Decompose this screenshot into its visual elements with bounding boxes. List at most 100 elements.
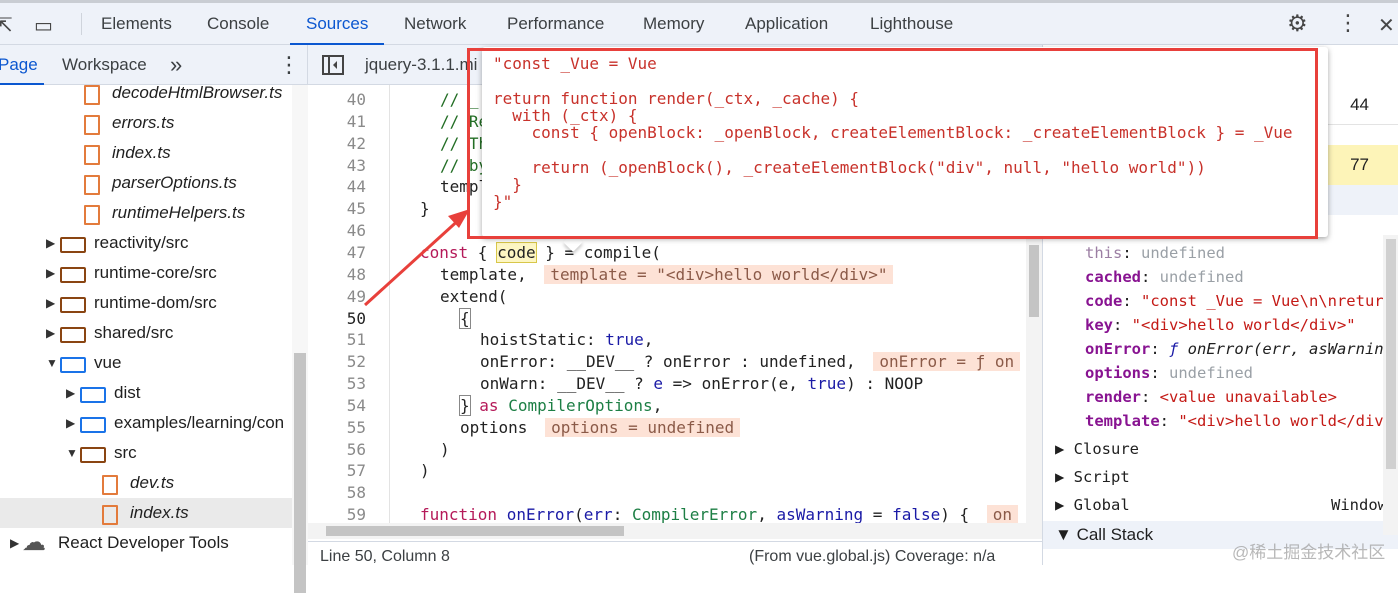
scrollbar-thumb[interactable] bbox=[294, 353, 306, 593]
horizontal-scrollbar[interactable] bbox=[308, 523, 1026, 539]
tree-item[interactable]: ▶ ☁ React Developer Tools bbox=[0, 528, 292, 558]
tree-item[interactable]: ▶ runtime-core/src bbox=[0, 258, 292, 288]
tree-item[interactable]: ▼ vue bbox=[0, 348, 292, 378]
line-number[interactable]: 42 bbox=[308, 133, 366, 155]
tab-lighthouse[interactable]: Lighthouse bbox=[870, 3, 953, 45]
tab-elements[interactable]: Elements bbox=[101, 3, 172, 45]
tree-item[interactable]: index.ts bbox=[0, 498, 292, 528]
tab-memory[interactable]: Memory bbox=[643, 3, 704, 45]
line-number[interactable]: 56 bbox=[308, 439, 366, 461]
scope-section[interactable]: ▶ Closure bbox=[1043, 435, 1398, 463]
scope-variable[interactable]: key: "<div>hello world</div>" bbox=[1085, 313, 1398, 337]
code-line[interactable]: 52 onError: __DEV__ ? onError : undefined… bbox=[308, 351, 1026, 373]
scope-variable[interactable]: cached: undefined bbox=[1085, 265, 1398, 289]
line-text: ) bbox=[440, 439, 450, 461]
code-line[interactable]: 58 bbox=[308, 482, 1026, 504]
scope-variable[interactable]: render: <value unavailable> bbox=[1085, 385, 1398, 409]
editor-file-tab[interactable]: jquery-3.1.1.mi bbox=[365, 45, 477, 85]
tree-item[interactable]: ▶ shared/src bbox=[0, 318, 292, 348]
chevron-down-icon[interactable]: ▼ bbox=[66, 438, 78, 468]
toggle-navigator-icon[interactable] bbox=[322, 55, 344, 75]
chevron-right-icon[interactable]: ▶ bbox=[46, 318, 55, 348]
line-number[interactable]: 49 bbox=[308, 286, 366, 308]
tab-performance[interactable]: Performance bbox=[507, 3, 604, 45]
tree-item[interactable]: ▶ examples/learning/con bbox=[0, 408, 292, 438]
code-line[interactable]: 59 function onError(err: CompilerError, a… bbox=[308, 504, 1026, 523]
line-number[interactable]: 51 bbox=[308, 329, 366, 351]
code-token: template, bbox=[440, 264, 537, 284]
scrollbar-thumb[interactable] bbox=[1386, 239, 1396, 469]
line-number[interactable]: 54 bbox=[308, 395, 366, 417]
code-token: err bbox=[583, 505, 613, 523]
code-line[interactable]: 48 template, template = "<div>hello world… bbox=[308, 264, 1026, 286]
tree-item[interactable]: parserOptions.ts bbox=[0, 168, 292, 198]
scrollbar-thumb[interactable] bbox=[1029, 245, 1039, 317]
code-line[interactable]: 57) bbox=[308, 460, 1026, 482]
tree-item[interactable]: ▼ src bbox=[0, 438, 292, 468]
line-number[interactable]: 57 bbox=[308, 460, 366, 482]
tree-item[interactable]: ▶ reactivity/src bbox=[0, 228, 292, 258]
code-line[interactable]: 54} as CompilerOptions, bbox=[308, 394, 1026, 417]
code-line[interactable]: 55 options options = undefined bbox=[308, 417, 1026, 439]
folder-icon bbox=[60, 357, 86, 373]
code-line[interactable]: 53 onWarn: __DEV__ ? e => onError(e, true… bbox=[308, 373, 1026, 395]
tree-item[interactable]: ▶ runtime-dom/src bbox=[0, 288, 292, 318]
scrollbar-thumb[interactable] bbox=[326, 526, 624, 536]
chevron-down-icon[interactable]: ▼ bbox=[46, 348, 58, 378]
chevron-right-icon[interactable]: ▶ bbox=[46, 288, 55, 318]
line-number[interactable]: 40 bbox=[308, 90, 366, 111]
chevron-down-icon[interactable]: ▼ bbox=[1055, 525, 1077, 544]
line-number[interactable]: 47 bbox=[308, 242, 366, 264]
tab-sources[interactable]: Sources bbox=[289, 3, 385, 45]
tree-item[interactable]: decodeHtmlBrowser.ts bbox=[0, 78, 292, 108]
scope-variable[interactable]: options: undefined bbox=[1085, 361, 1398, 385]
scope-variable[interactable]: code: "const _Vue = Vue\n\nreturn bbox=[1085, 289, 1398, 313]
scope-variable[interactable]: this: undefined bbox=[1085, 241, 1398, 265]
chevron-right-icon[interactable]: ▶ bbox=[1055, 468, 1074, 486]
scope-variable[interactable]: template: "<div>hello world</div>" bbox=[1085, 409, 1398, 433]
line-number[interactable]: 59 bbox=[308, 504, 366, 523]
gear-icon[interactable]: ⚙ bbox=[1287, 10, 1308, 37]
chevron-right-icon[interactable]: ▶ bbox=[46, 258, 55, 288]
scope-section[interactable]: ▶ Script bbox=[1043, 463, 1398, 491]
kebab-menu-icon[interactable]: ⋮ bbox=[1337, 10, 1359, 36]
tree-item[interactable]: index.ts bbox=[0, 138, 292, 168]
chevron-right-icon[interactable]: ▶ bbox=[10, 528, 19, 558]
tree-item[interactable]: errors.ts bbox=[0, 108, 292, 138]
code-line[interactable]: 47 const { code } = compile( bbox=[308, 241, 1026, 264]
line-number[interactable]: 52 bbox=[308, 351, 366, 373]
scope-variable[interactable]: ▶onError: ƒ onError(err, asWarning bbox=[1085, 337, 1398, 361]
chevron-right-icon[interactable]: ▶ bbox=[66, 378, 75, 408]
chevron-right-icon[interactable]: ▶ bbox=[1055, 496, 1074, 514]
line-number[interactable]: 41 bbox=[308, 111, 366, 133]
code-line[interactable]: 50 { bbox=[308, 307, 1026, 330]
tree-item[interactable]: ▶ dist bbox=[0, 378, 292, 408]
scope-section[interactable]: ▶ Global Window bbox=[1043, 491, 1398, 519]
chevron-right-icon[interactable]: ▶ bbox=[1055, 440, 1074, 458]
device-toolbar-icon[interactable]: ▭ bbox=[34, 13, 53, 38]
line-number[interactable]: 53 bbox=[308, 373, 366, 395]
tab-network[interactable]: Network bbox=[404, 3, 466, 45]
close-icon[interactable]: ✕ bbox=[1378, 13, 1395, 38]
tab-console[interactable]: Console bbox=[207, 3, 269, 45]
tree-item[interactable]: dev.ts bbox=[0, 468, 292, 498]
chevron-right-icon[interactable]: ▶ bbox=[46, 228, 55, 258]
folder-icon bbox=[60, 267, 86, 283]
line-number[interactable]: 44 bbox=[308, 176, 366, 198]
line-number[interactable]: 58 bbox=[308, 482, 366, 504]
tab-application[interactable]: Application bbox=[745, 3, 828, 45]
inspect-element-icon[interactable]: ⇱ bbox=[0, 13, 13, 38]
line-number[interactable]: 45 bbox=[308, 198, 366, 220]
line-number[interactable]: 50 bbox=[308, 308, 366, 330]
line-number[interactable]: 43 bbox=[308, 155, 366, 177]
line-number[interactable]: 46 bbox=[308, 220, 366, 242]
scope-scrollbar[interactable] bbox=[1383, 235, 1398, 535]
tree-item[interactable]: runtimeHelpers.ts bbox=[0, 198, 292, 228]
code-line[interactable]: 51 hoistStatic: true, bbox=[308, 329, 1026, 351]
code-line[interactable]: 56) bbox=[308, 439, 1026, 461]
navigator-scrollbar[interactable] bbox=[292, 85, 308, 593]
chevron-right-icon[interactable]: ▶ bbox=[66, 408, 75, 438]
code-line[interactable]: 49 extend( bbox=[308, 286, 1026, 308]
line-number[interactable]: 55 bbox=[308, 417, 366, 439]
line-number[interactable]: 48 bbox=[308, 264, 366, 286]
